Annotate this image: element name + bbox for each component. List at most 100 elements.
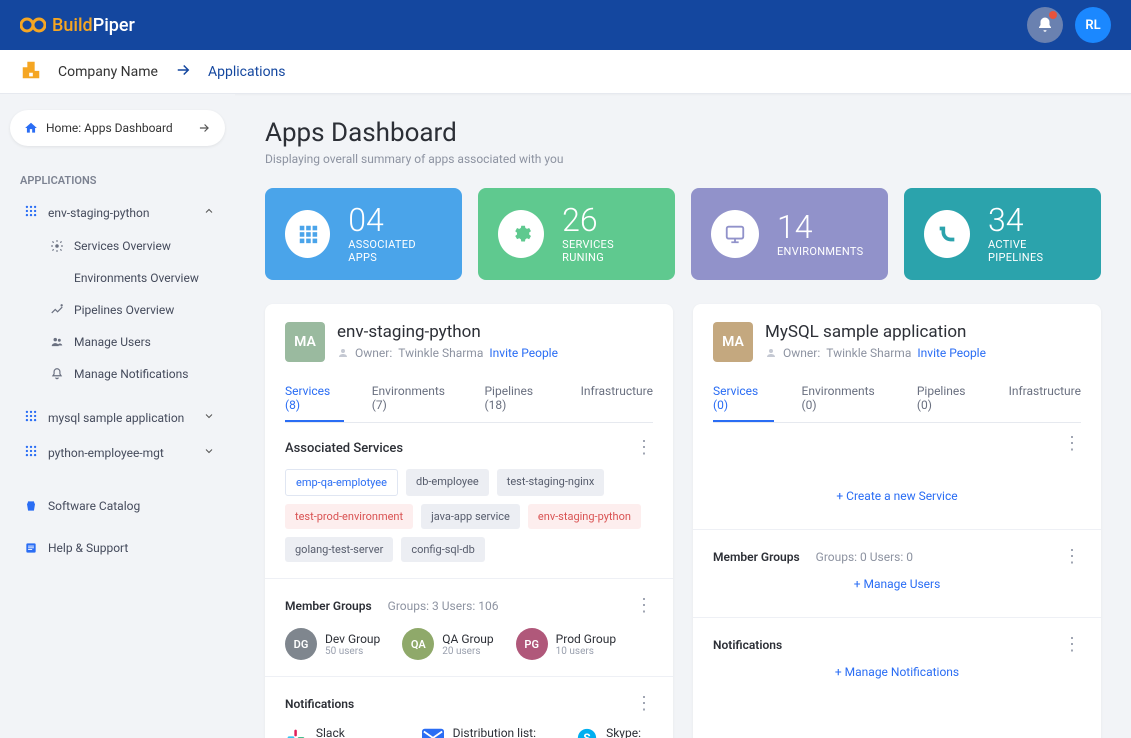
- notif-label: Skype:: [606, 726, 653, 738]
- sidebar-software-catalog[interactable]: Software Catalog: [10, 490, 225, 522]
- more-menu[interactable]: ⋮: [635, 693, 653, 714]
- logo-icon: [20, 16, 46, 34]
- chip-service[interactable]: golang-test-server: [285, 537, 393, 562]
- chip-service[interactable]: emp-qa-emplotyee: [285, 469, 398, 496]
- sidebar-item-label: Manage Users: [74, 335, 151, 349]
- mail-icon: [421, 728, 445, 738]
- notif-skype[interactable]: S Skype:okts-team: [575, 726, 653, 738]
- group-qa[interactable]: QAQA Group20 users: [402, 628, 493, 660]
- create-service-link[interactable]: + Create a new Service: [713, 479, 1081, 513]
- tab-pipelines[interactable]: Pipelines (18): [484, 376, 552, 422]
- member-groups-count: Groups: 3 Users: 106: [388, 599, 499, 613]
- sidebar-services-overview[interactable]: Services Overview: [10, 230, 225, 262]
- invite-people-link[interactable]: Invite People: [917, 346, 986, 360]
- member-groups-title: Member Groups: [713, 550, 800, 564]
- notif-email[interactable]: Distribution list:okts@opstree.com: [421, 726, 546, 738]
- group-badge: QA: [402, 628, 434, 660]
- notif-slack[interactable]: Slack Channel:#buildpiper-app: [285, 726, 391, 738]
- more-menu[interactable]: ⋮: [1063, 435, 1081, 453]
- sidebar-item-env-staging-python[interactable]: env-staging-python: [10, 195, 225, 230]
- brand-logo[interactable]: BuildPiper: [20, 15, 135, 36]
- user-icon: [765, 347, 777, 359]
- chevron-down-icon: [203, 445, 215, 460]
- stat-associated-apps[interactable]: 04ASSOCIATED APPS: [265, 188, 462, 280]
- sidebar-help-support[interactable]: Help & Support: [10, 532, 225, 564]
- group-count: 50 users: [325, 646, 380, 657]
- sidebar-item-label: Help & Support: [48, 541, 128, 555]
- app-badge: MA: [285, 322, 325, 362]
- sidebar-item-label: mysql sample application: [48, 411, 184, 425]
- member-groups-title: Member Groups: [285, 599, 372, 613]
- group-badge: DG: [285, 628, 317, 660]
- sidebar-manage-notifications[interactable]: Manage Notifications: [10, 358, 225, 390]
- home-label: Home: Apps Dashboard: [46, 121, 189, 135]
- user-avatar[interactable]: RL: [1075, 7, 1111, 43]
- sidebar-manage-users[interactable]: Manage Users: [10, 326, 225, 358]
- app-badge: MA: [713, 322, 753, 362]
- notification-dot: [1049, 11, 1057, 19]
- owner-label: Owner:: [783, 346, 820, 360]
- breadcrumb-company[interactable]: Company Name: [58, 64, 158, 80]
- tab-infrastructure[interactable]: Infrastructure: [1009, 376, 1081, 422]
- group-name: QA Group: [442, 632, 493, 646]
- group-count: 10 users: [556, 646, 616, 657]
- stat-label: ACTIVE PIPELINES: [988, 238, 1081, 264]
- sidebar-item-label: Manage Notifications: [74, 367, 188, 381]
- gear-icon: [498, 210, 544, 258]
- notifications-title: Notifications: [285, 697, 354, 711]
- owner-name: Twinkle Sharma: [398, 346, 483, 360]
- chip-service[interactable]: config-sql-db: [401, 537, 484, 562]
- section-applications: APPLICATIONS: [10, 166, 225, 195]
- tab-services[interactable]: Services (8): [285, 376, 344, 422]
- tab-pipelines[interactable]: Pipelines (0): [917, 376, 981, 422]
- app-title: env-staging-python: [337, 322, 653, 342]
- notif-label: Distribution list:: [453, 726, 546, 738]
- more-menu[interactable]: ⋮: [1063, 546, 1081, 567]
- sidebar-item-label: env-staging-python: [48, 206, 149, 220]
- stat-services-running[interactable]: 26SERVICES RUNING: [478, 188, 675, 280]
- group-prod[interactable]: PGProd Group10 users: [516, 628, 616, 660]
- monitor-icon: [711, 210, 759, 258]
- sidebar-environments-overview[interactable]: Environments Overview: [10, 262, 225, 294]
- brand-text-2: Piper: [93, 15, 135, 36]
- stat-label: SERVICES RUNING: [562, 238, 655, 264]
- owner-name: Twinkle Sharma: [826, 346, 911, 360]
- tab-environments[interactable]: Environments (7): [372, 376, 457, 422]
- group-dev[interactable]: DGDev Group50 users: [285, 628, 380, 660]
- stat-active-pipelines[interactable]: 34ACTIVE PIPELINES: [904, 188, 1101, 280]
- sidebar-item-mysql-sample[interactable]: mysql sample application: [10, 400, 225, 435]
- more-menu[interactable]: ⋮: [635, 439, 653, 457]
- breadcrumb: Company Name Applications: [0, 50, 1131, 94]
- sidebar-pipelines-overview[interactable]: Pipelines Overview: [10, 294, 225, 326]
- manage-users-link[interactable]: + Manage Users: [713, 567, 1081, 601]
- more-menu[interactable]: ⋮: [635, 595, 653, 616]
- home-apps-dashboard[interactable]: Home: Apps Dashboard: [10, 110, 225, 146]
- sidebar-item-label: Environments Overview: [74, 271, 199, 285]
- sidebar: Home: Apps Dashboard APPLICATIONS env-st…: [0, 94, 235, 738]
- stat-label: ENVIRONMENTS: [777, 245, 863, 258]
- chip-service[interactable]: test-staging-nginx: [497, 469, 605, 496]
- svg-text:S: S: [583, 731, 590, 738]
- chip-service[interactable]: env-staging-python: [528, 504, 641, 529]
- stat-value: 14: [777, 211, 863, 243]
- sidebar-item-label: Pipelines Overview: [74, 303, 174, 317]
- tab-environments[interactable]: Environments (0): [802, 376, 889, 422]
- tab-infrastructure[interactable]: Infrastructure: [581, 376, 653, 422]
- page-subtitle: Displaying overall summary of apps assoc…: [265, 152, 1101, 166]
- pipeline-icon: [924, 210, 970, 258]
- chip-service[interactable]: test-prod-environment: [285, 504, 413, 529]
- chip-service[interactable]: java-app service: [421, 504, 520, 529]
- tab-services[interactable]: Services (0): [713, 376, 774, 422]
- chevron-down-icon: [203, 410, 215, 425]
- more-menu[interactable]: ⋮: [1063, 634, 1081, 655]
- notifications-bell[interactable]: [1027, 7, 1063, 43]
- chip-service[interactable]: db-employee: [406, 469, 489, 496]
- grid-icon: [24, 204, 38, 221]
- sidebar-item-label: Software Catalog: [48, 499, 140, 513]
- sidebar-item-python-employee[interactable]: python-employee-mgt: [10, 435, 225, 470]
- slack-icon: [285, 728, 308, 738]
- stat-environments[interactable]: 14 ENVIRONMENTS: [691, 188, 888, 280]
- invite-people-link[interactable]: Invite People: [489, 346, 558, 360]
- breadcrumb-applications[interactable]: Applications: [208, 64, 286, 80]
- manage-notifications-link[interactable]: + Manage Notifications: [713, 655, 1081, 689]
